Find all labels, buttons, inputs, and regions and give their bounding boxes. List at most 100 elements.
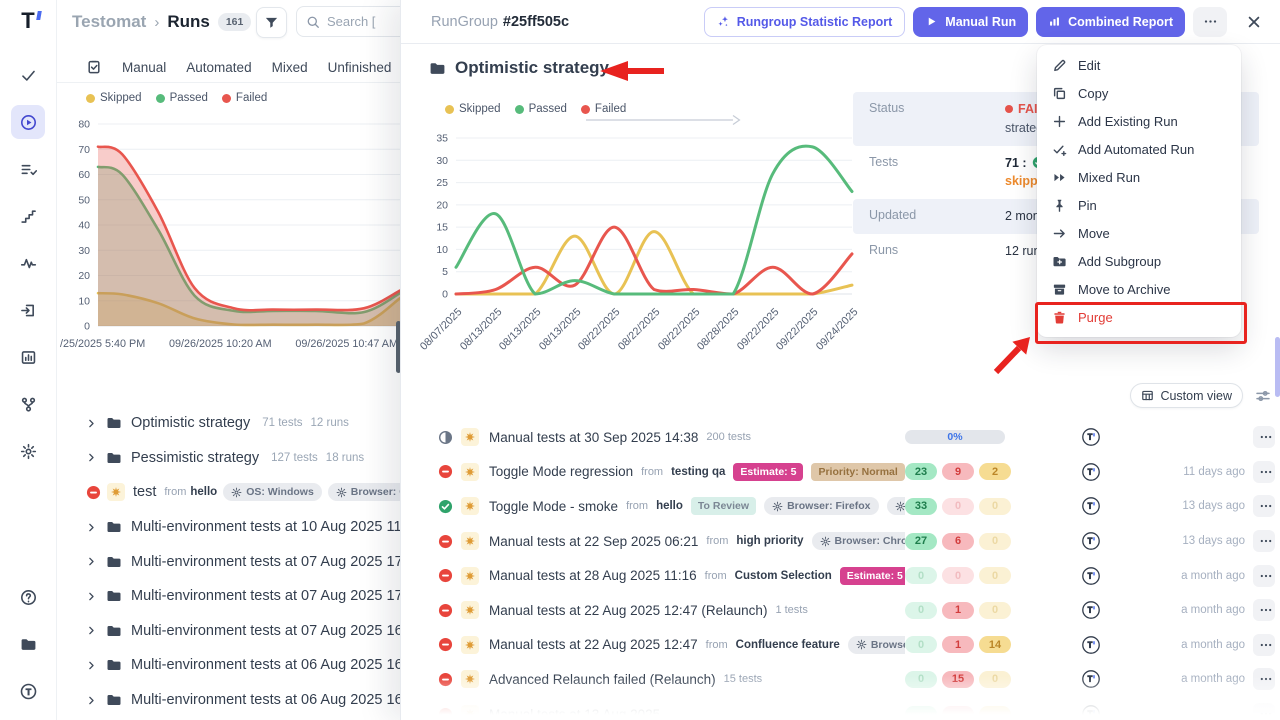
tree-item-folder[interactable]: Multi-environment tests at 06 Aug 2025 1… (56, 648, 400, 683)
svg-text:0: 0 (84, 321, 90, 333)
sidebar-item-box-import[interactable] (11, 293, 45, 327)
sidebar-item-branch[interactable] (11, 387, 45, 421)
chevron-right-icon[interactable] (86, 522, 97, 533)
run-title[interactable]: Advanced Relaunch failed (Relaunch) (489, 672, 716, 687)
manual-run-button[interactable]: Manual Run (913, 7, 1028, 37)
tree-item-folder[interactable]: Multi-environment tests at 10 Aug 2025 1… (56, 510, 400, 545)
sidebar-item-gear[interactable] (11, 434, 45, 468)
menu-item-mixed-run[interactable]: Mixed Run (1037, 163, 1241, 191)
run-title[interactable]: Toggle Mode regression (489, 464, 633, 479)
sidebar-item-list-check[interactable] (11, 152, 45, 186)
more-actions-button[interactable] (1193, 7, 1227, 37)
run-title[interactable]: Manual tests at 22 Aug 2025 12:47 (489, 637, 698, 652)
run-row[interactable]: Advanced Relaunch failed (Relaunch) 15 t… (401, 662, 1280, 697)
close-icon[interactable] (1241, 9, 1267, 35)
menu-item-move-to-archive[interactable]: Move to Archive (1037, 275, 1241, 303)
row-menu-button[interactable] (1253, 495, 1275, 517)
passed-status-icon (438, 499, 453, 514)
chevron-right-icon[interactable] (86, 452, 97, 463)
count-passed (905, 706, 937, 720)
chevron-right-icon[interactable] (86, 418, 97, 429)
svg-text:5: 5 (442, 266, 448, 278)
chevron-right-icon[interactable] (86, 660, 97, 671)
tree-item-folder[interactable]: Pessimistic strategy 127 tests 18 runs (56, 441, 400, 476)
run-row[interactable]: Manual tests at 22 Aug 2025 12:47 (Relau… (401, 593, 1280, 628)
count-failed: 15 (942, 671, 974, 688)
menu-item-pin[interactable]: Pin (1037, 191, 1241, 219)
filters-icon[interactable] (1255, 388, 1271, 404)
tab-manual[interactable]: Manual (122, 60, 166, 75)
combined-report-button[interactable]: Combined Report (1036, 7, 1185, 37)
run-row[interactable]: Toggle Mode - smoke fromhello To ReviewB… (401, 489, 1280, 524)
avatar (1082, 636, 1100, 654)
row-menu-button[interactable] (1253, 703, 1275, 720)
row-menu-button[interactable] (1253, 634, 1275, 656)
tab-mixed[interactable]: Mixed (272, 60, 308, 75)
count-skipped: 2 (979, 463, 1011, 480)
tree-item-folder[interactable]: Multi-environment tests at 06 Aug 2025 1… (56, 683, 400, 718)
run-row[interactable]: Manual tests at 22 Sep 2025 06:21 fromhi… (401, 524, 1280, 559)
tree-item-folder[interactable]: Multi-environment tests at 07 Aug 2025 1… (56, 579, 400, 614)
failed-status-icon (438, 707, 453, 720)
env-badge: Browser: Chrome (328, 483, 400, 501)
tree-item-folder[interactable]: Multi-environment tests at 07 Aug 2025 1… (56, 614, 400, 649)
tests-count: 200 tests (706, 431, 751, 443)
row-menu-button[interactable] (1253, 461, 1275, 483)
sidebar-item-folder[interactable] (11, 627, 45, 661)
rungroup-statistic-report-button[interactable]: Rungroup Statistic Report (704, 7, 906, 37)
custom-view-button[interactable]: Custom view (1130, 383, 1243, 408)
sidebar-item-pulse[interactable] (11, 246, 45, 280)
sidebar-item-t-circle[interactable] (11, 674, 45, 708)
run-title[interactable]: Manual tests at 30 Sep 2025 14:38 (489, 430, 698, 445)
tree-item-folder[interactable]: Optimistic strategy 71 tests 12 runs (56, 406, 400, 441)
sidebar-item-bar-chart[interactable] (11, 340, 45, 374)
pin-icon (1052, 198, 1067, 213)
sidebar-item-play-circle[interactable] (11, 105, 45, 139)
menu-item-edit[interactable]: Edit (1037, 51, 1241, 79)
search-input[interactable]: Search [ (296, 6, 400, 37)
menu-item-copy[interactable]: Copy (1037, 79, 1241, 107)
row-menu-button[interactable] (1253, 668, 1275, 690)
tab-automated[interactable]: Automated (186, 60, 251, 75)
row-menu-button[interactable] (1253, 426, 1275, 448)
chevron-right-icon[interactable] (86, 591, 97, 602)
menu-item-move[interactable]: Move (1037, 219, 1241, 247)
row-menu-button[interactable] (1253, 530, 1275, 552)
menu-item-add-existing-run[interactable]: Add Existing Run (1037, 107, 1241, 135)
sidebar-item-check[interactable] (11, 58, 45, 92)
menu-item-add-automated-run[interactable]: Add Automated Run (1037, 135, 1241, 163)
run-title[interactable]: Manual tests at 28 Aug 2025 11:16 (489, 568, 697, 583)
flaky-icon (461, 532, 479, 550)
sidebar-item-stairs[interactable] (11, 199, 45, 233)
count-skipped: 0 (979, 498, 1011, 515)
failed-status-icon (438, 637, 453, 652)
run-row[interactable]: Manual tests at 30 Sep 2025 14:38 200 te… (401, 420, 1280, 455)
run-row[interactable]: Manual tests at 28 Aug 2025 11:16 fromCu… (401, 558, 1280, 593)
flaky-icon (461, 497, 479, 515)
breadcrumb-project[interactable]: Testomat (72, 12, 146, 32)
drawer-scrollbar[interactable] (1275, 337, 1280, 397)
filter-button[interactable] (256, 7, 287, 38)
app-logo[interactable]: T (21, 8, 34, 34)
tree-item-run[interactable]: test from hello OS: WindowsBrowser: Chro… (56, 475, 400, 510)
run-row[interactable]: Toggle Mode regression fromtesting qa Es… (401, 455, 1280, 490)
run-timestamp: a month ago (1115, 604, 1245, 616)
group-title[interactable]: Optimistic strategy (429, 58, 609, 78)
tree-item-folder[interactable]: Multi-environment tests at 07 Aug 2025 1… (56, 544, 400, 579)
run-title[interactable]: Manual tests at 22 Sep 2025 06:21 (489, 534, 698, 549)
sidebar-item-help[interactable] (11, 580, 45, 614)
run-title[interactable]: Manual tests at 13 Aug 2025 (489, 707, 660, 720)
row-menu-button[interactable] (1253, 565, 1275, 587)
run-row[interactable]: Manual tests at 22 Aug 2025 12:47 fromCo… (401, 628, 1280, 663)
menu-item-add-subgroup[interactable]: Add Subgroup (1037, 247, 1241, 275)
chevron-right-icon[interactable] (86, 695, 97, 706)
run-title[interactable]: Manual tests at 22 Aug 2025 12:47 (Relau… (489, 603, 767, 618)
tab-unfinished[interactable]: Unfinished (328, 60, 392, 75)
row-menu-button[interactable] (1253, 599, 1275, 621)
svg-text:50: 50 (78, 194, 90, 206)
run-title[interactable]: Toggle Mode - smoke (489, 499, 618, 514)
chevron-right-icon[interactable] (86, 556, 97, 567)
chevron-right-icon[interactable] (86, 625, 97, 636)
menu-item-purge[interactable]: Purge (1037, 303, 1241, 331)
run-row[interactable]: Manual tests at 13 Aug 2025 (401, 697, 1280, 720)
